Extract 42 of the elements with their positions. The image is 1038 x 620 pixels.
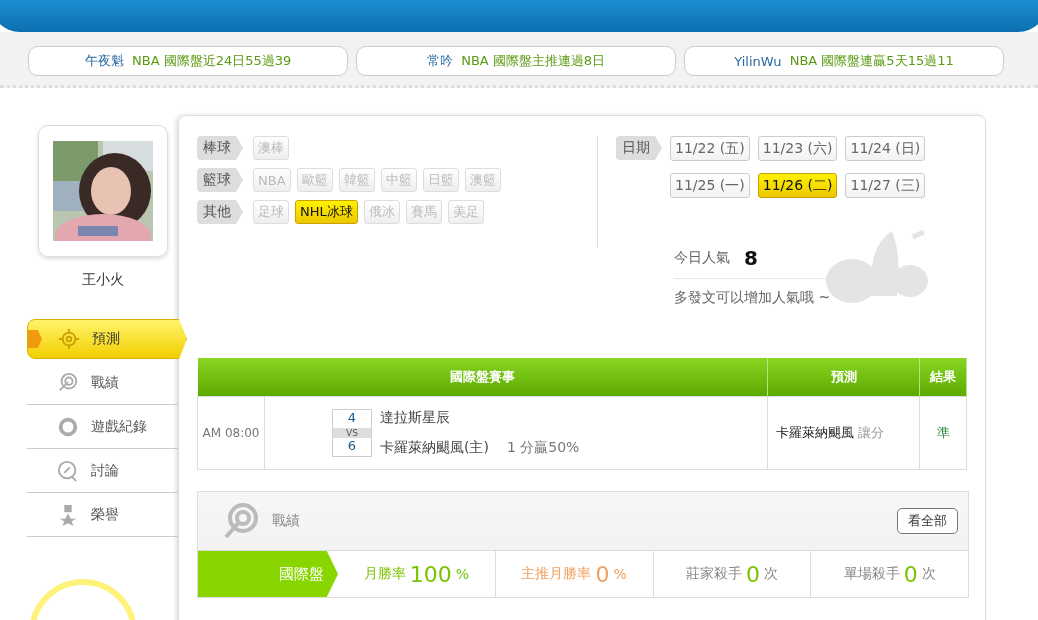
date-button[interactable]: 11/24 (日) (845, 136, 926, 161)
score: 4 (346, 410, 358, 427)
pick-team: 卡羅萊納颶風 (776, 425, 855, 440)
handicap-text: 1 分贏50% (506, 439, 580, 457)
date-button[interactable]: 11/23 (六) (757, 136, 838, 161)
category-label: 籃球 (197, 168, 243, 192)
record-title: 戰績 (272, 512, 301, 530)
dartboard-icon (57, 371, 79, 394)
sidebar-item[interactable]: 遊戲紀錄 (27, 405, 178, 449)
team-name: 卡羅萊納颶風(主) (380, 439, 489, 457)
popularity-count: 8 (744, 246, 758, 270)
pointer-icon (28, 330, 42, 348)
sport-filter[interactable]: NHL冰球 (295, 200, 358, 224)
sidebar-item[interactable]: 戰績 (27, 361, 178, 405)
sidebar-item[interactable]: 預測 (27, 319, 187, 359)
date-button[interactable]: 11/22 (五) (670, 136, 750, 161)
date-button[interactable]: 11/27 (三) (845, 173, 926, 198)
team-name: 達拉斯星辰 (380, 409, 451, 427)
ring-icon (57, 415, 79, 438)
sidebar-item[interactable]: 討論 (27, 449, 178, 493)
popularity-hint: 多發文可以增加人氣哦 ~ (674, 289, 832, 307)
time-cell: AM 08:00 (197, 396, 265, 470)
result-cell: 準 (919, 396, 967, 470)
popularity-label: 今日人氣 (674, 249, 730, 267)
date-button[interactable]: 11/26 (二) (757, 173, 838, 198)
ticker-item[interactable]: YilinWu NBA 國際盤連贏5天15過11 (684, 46, 1004, 76)
column-header: 結果 (919, 358, 967, 397)
column-header: 國際盤賽事 (197, 358, 768, 397)
date-button[interactable]: 11/25 (一) (670, 173, 750, 198)
user-name: 王小火 (81, 271, 124, 289)
sidebar-item[interactable]: 榮譽 (27, 493, 178, 537)
date-label: 日期 (616, 136, 662, 160)
pick-type: 讓分 (858, 425, 885, 440)
score: 6 (346, 438, 358, 455)
ticker-item[interactable]: 常吟 NBA 國際盤主推連過8日 (356, 46, 676, 76)
category-label: 其他 (197, 200, 243, 224)
view-all-button[interactable]: 看全部 (897, 508, 958, 534)
crosshair-icon (58, 328, 80, 350)
column-header: 預測 (767, 358, 920, 397)
ticker-item[interactable]: 午夜魁 NBA 國際盤近24日55過39 (28, 46, 348, 76)
vs-label: VS (333, 428, 371, 438)
category-label: 棒球 (197, 136, 243, 160)
